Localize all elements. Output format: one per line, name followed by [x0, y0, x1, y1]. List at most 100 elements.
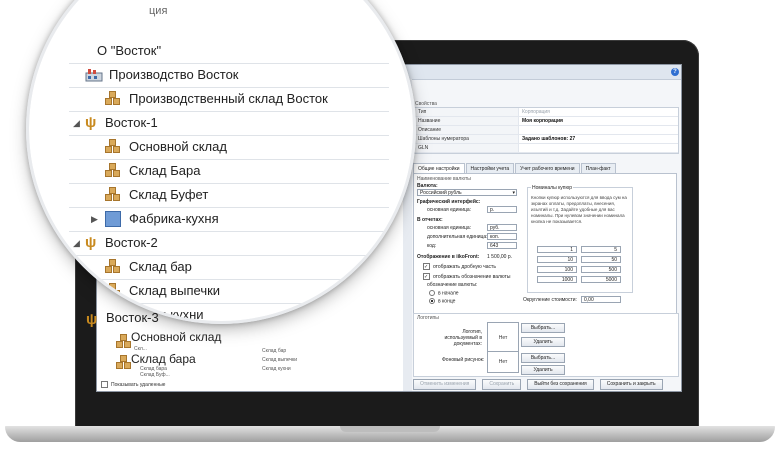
- box-icon: [105, 259, 121, 275]
- tree-row-behind[interactable]: Склад бар: [262, 348, 286, 354]
- exit-no-save-button[interactable]: Выйти без сохранения: [527, 379, 594, 390]
- box-icon: [105, 283, 121, 299]
- prop-value[interactable]: Задано шаблонов: 27: [519, 135, 678, 143]
- tree-item-label: Производственный склад Восток: [129, 91, 328, 106]
- delete-doc-logo-button[interactable]: Удалить: [521, 337, 565, 347]
- radio-end-label: в конце: [438, 298, 456, 305]
- kitchen-icon: [105, 211, 121, 227]
- tree-item-label: Склад Буфет: [129, 187, 209, 202]
- footer-buttons: Отменить изменения Сохранить Выйти без с…: [413, 379, 663, 390]
- denom-input[interactable]: 1: [537, 246, 577, 253]
- tree-item-label: Производство Восток: [109, 67, 239, 82]
- checkbox-box[interactable]: ✓: [423, 263, 430, 270]
- code-label: код:: [427, 243, 437, 249]
- display-value: 1 500,00 р.: [487, 254, 513, 260]
- reports-label: В отчетах:: [417, 217, 443, 223]
- tree-item-main-store-below[interactable]: Основной склад: [131, 330, 221, 344]
- save-button[interactable]: Сохранить: [482, 379, 522, 390]
- prop-key: Тип: [414, 108, 519, 116]
- tree-item-label: Основной склад: [131, 330, 222, 344]
- rep-extra-label: дополнительная единица:: [427, 234, 488, 240]
- expander-icon[interactable]: ▶: [91, 214, 98, 225]
- rep-main-input[interactable]: руб.: [487, 224, 517, 231]
- code-input[interactable]: 643: [487, 242, 517, 249]
- tree-item-label: Восток-1: [105, 115, 158, 130]
- doc-logo-preview: Нет: [487, 322, 519, 354]
- zoom-partial-title: ция: [149, 5, 168, 17]
- save-close-button[interactable]: Сохранить и закрыть: [599, 379, 663, 390]
- help-icon[interactable]: ?: [671, 68, 679, 76]
- prop-value[interactable]: [519, 126, 678, 134]
- display-label: Отображение в iikoFront:: [417, 254, 480, 260]
- box-icon: [105, 139, 121, 155]
- currency-select[interactable]: Российский рубль ▾: [417, 189, 517, 196]
- radio-button[interactable]: [429, 290, 435, 296]
- logos-title: Логотипы: [417, 315, 439, 321]
- show-symbol-checkbox[interactable]: ✓ отображать обозначение валюты: [423, 273, 510, 280]
- radio-button[interactable]: [429, 298, 435, 304]
- box-icon: [116, 334, 132, 350]
- cancel-changes-button[interactable]: Отменить изменения: [413, 379, 477, 390]
- tree-item-label: Склад бар: [129, 259, 192, 274]
- row-divider: [69, 111, 389, 112]
- row-divider: [69, 303, 389, 304]
- main-unit-input[interactable]: р.: [487, 206, 517, 213]
- denom-input[interactable]: 100: [537, 266, 577, 273]
- gui-label: Графический интерфейс:: [417, 199, 481, 205]
- checkbox-box[interactable]: [101, 381, 108, 388]
- stage: ? ⇦ ⇨ ✕ Склад бар Склад выпечки Склад ку…: [0, 0, 780, 450]
- denom-input[interactable]: 50: [581, 256, 621, 263]
- currency-value: Российский рубль: [420, 190, 462, 196]
- prop-row[interactable]: GLN: [414, 144, 678, 153]
- prop-row[interactable]: Название Моя корпорация: [414, 117, 678, 126]
- select-bg-button[interactable]: Выбрать...: [521, 353, 565, 363]
- checkbox-box[interactable]: ✓: [423, 273, 430, 280]
- symbol-label: обозначение валюты:: [427, 282, 478, 288]
- denom-input[interactable]: 500: [581, 266, 621, 273]
- main-unit-label: основная единица:: [427, 207, 472, 213]
- delete-bg-button[interactable]: Удалить: [521, 365, 565, 375]
- show-deleted-label: Показывать удаленные: [111, 381, 166, 388]
- prop-value[interactable]: [519, 144, 678, 152]
- tree-item-label: Склад бара: [131, 352, 196, 366]
- tree-row-behind[interactable]: Склад выпечки: [262, 357, 297, 363]
- denominations-title: Номиналы купюр: [531, 185, 574, 191]
- expander-icon[interactable]: ◢: [73, 118, 80, 129]
- tree-item-label: Склад выпечки: [129, 283, 221, 298]
- tree-item-label: Восток-2: [105, 235, 158, 250]
- radio-end[interactable]: в конце: [429, 298, 455, 304]
- chevron-down-icon: ▾: [512, 190, 515, 196]
- tree-item-bar-store-below[interactable]: Склад бара: [131, 352, 196, 366]
- rep-main-label: основная единица:: [427, 225, 472, 231]
- prop-value[interactable]: Моя корпорация: [519, 117, 678, 125]
- tree-item-vostok-3-below[interactable]: ψ Восток-3: [86, 310, 159, 332]
- prop-row[interactable]: Шаблоны нумератора Задано шаблонов: 27: [414, 135, 678, 144]
- denom-input[interactable]: 5: [581, 246, 621, 253]
- radio-start[interactable]: в начале: [429, 290, 459, 296]
- denom-input[interactable]: 10: [537, 256, 577, 263]
- denom-input[interactable]: 5000: [581, 276, 621, 283]
- show-symbol-label: отображать обозначение валюты: [433, 273, 511, 280]
- prop-row[interactable]: Описание: [414, 126, 678, 135]
- magnifier-lens: ция О "Восток" Производство Восток Произ…: [29, 0, 413, 321]
- box-icon: [105, 187, 121, 203]
- tree-row-behind[interactable]: Склад кухни: [262, 366, 291, 372]
- rep-extra-input[interactable]: коп.: [487, 233, 517, 240]
- show-deleted-checkbox[interactable]: Показывать удаленные: [101, 381, 165, 388]
- select-doc-logo-button[interactable]: Выбрать...: [521, 323, 565, 333]
- prop-row[interactable]: Тип Корпорация: [414, 108, 678, 117]
- show-fraction-checkbox[interactable]: ✓ отображать дробную часть: [423, 263, 496, 270]
- expander-icon[interactable]: ◢: [73, 238, 80, 249]
- prop-key: Описание: [414, 126, 519, 134]
- rounding-input[interactable]: 0,00: [581, 296, 621, 303]
- denom-input[interactable]: 1000: [537, 276, 577, 283]
- row-divider: [69, 279, 389, 280]
- row-divider: [69, 63, 389, 64]
- tree-item-label: Склад Бара: [129, 163, 201, 178]
- box-icon: [105, 163, 121, 179]
- prop-key: Название: [414, 117, 519, 125]
- row-divider: [69, 159, 389, 160]
- prop-value[interactable]: Корпорация: [519, 108, 678, 116]
- tree-item-label: Фабрика-кухня: [129, 211, 219, 226]
- tree-item-label: Основной склад: [129, 139, 227, 154]
